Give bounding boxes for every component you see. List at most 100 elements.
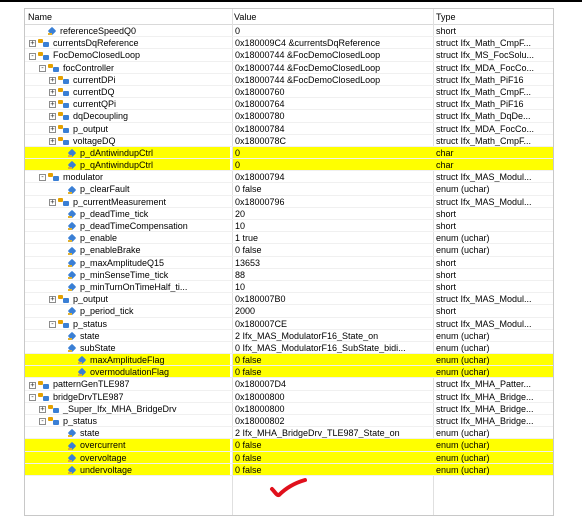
column-header-value[interactable]: Value <box>234 11 256 23</box>
tree-row[interactable]: referenceSpeedQ0 0 short <box>25 25 553 38</box>
tree-row[interactable]: p_maxAmplitudeQ15 13653 short <box>25 257 553 269</box>
variable-icon <box>68 260 77 267</box>
variable-icon <box>68 430 77 438</box>
expand-toggle-icon[interactable]: + <box>49 125 56 133</box>
tree-row[interactable]: - p_status 0x180007CE struct Ifx_MAS_Modul.… <box>25 318 553 330</box>
tree-row[interactable]: overcurrent 0 false enum (uchar) <box>25 439 553 452</box>
tree-row[interactable]: overmodulationFlag 0 false enum (uchar) <box>25 366 553 379</box>
tree-row[interactable]: - modulator 0x18000794 struct Ifx_MAS_Modul… <box>25 171 553 184</box>
column-header-type[interactable]: Type <box>436 11 456 23</box>
struct-icon <box>58 124 70 134</box>
variable-name: dqDecoupling <box>73 111 129 122</box>
variable-name: patternGenTLE987 <box>53 379 130 390</box>
collapse-toggle-icon[interactable]: - <box>29 393 36 401</box>
tree-row[interactable]: subState 0 Ifx_MAS_ModulatorF16_SubState_… <box>25 342 553 355</box>
collapse-toggle-icon[interactable]: - <box>39 174 46 182</box>
variable-name: FocDemoClosedLoop <box>53 50 141 61</box>
collapse-toggle-icon[interactable]: - <box>39 64 46 72</box>
expand-toggle-icon[interactable]: + <box>49 296 56 304</box>
variable-name: voltageDQ <box>73 135 116 146</box>
variable-name: p_deadTime_tick <box>80 208 149 219</box>
tree-row[interactable]: p_clearFault 0 false enum (uchar) <box>25 183 553 196</box>
variable-name: currentQPi <box>73 99 117 110</box>
variable-name: undervoltage <box>80 464 133 475</box>
tree-row[interactable]: + p_output 0x18000784 struct Ifx_MDA_FocCo.… <box>25 123 553 135</box>
variable-name: p_output <box>73 294 109 305</box>
struct-icon <box>58 136 70 146</box>
variable-icon <box>68 455 77 462</box>
tree-row[interactable]: + _Super_Ifx_MHA_BridgeDrv 0x18000800 struc… <box>25 403 553 415</box>
expand-toggle-icon[interactable]: + <box>39 405 46 413</box>
tree-row[interactable]: + currentDQ 0x18000760 struct Ifx_Math_CmpF… <box>25 86 553 99</box>
struct-icon <box>58 197 70 207</box>
expand-toggle-icon[interactable]: + <box>49 198 56 206</box>
tree-row[interactable]: p_dAntiwindupCtrl 0 char <box>25 146 553 160</box>
expand-toggle-icon[interactable]: + <box>49 89 56 97</box>
variable-icon <box>68 443 77 450</box>
struct-icon <box>48 417 60 426</box>
tree-row[interactable]: + p_output 0x180007B0 struct Ifx_MAS_Modul.… <box>25 293 553 306</box>
variable-icon <box>68 162 77 170</box>
column-header-name[interactable]: Name <box>28 11 52 23</box>
tree-row[interactable]: + p_currentMeasurement 0x18000796 struct If… <box>25 196 553 208</box>
tree-row[interactable]: p_period_tick 2000 short <box>25 305 553 318</box>
tree-row[interactable]: + voltageDQ 0x1800078C struct Ifx_Math_CmpF… <box>25 135 553 147</box>
collapse-toggle-icon[interactable]: - <box>29 52 36 60</box>
variable-name: p_status <box>73 318 108 329</box>
tree-row[interactable]: p_enable 1 true enum (uchar) <box>25 232 553 245</box>
tree-row[interactable]: p_enableBrake 0 false enum (uchar) <box>25 244 553 257</box>
tree-row[interactable]: + patternGenTLE987 0x180007D4 struct Ifx_MH… <box>25 378 553 391</box>
struct-icon <box>38 392 50 402</box>
tree-row[interactable]: p_minTurnOnTimeHalf_ti... 10 short <box>25 281 553 294</box>
variable-icon <box>68 284 77 292</box>
tree-row[interactable]: - p_status 0x18000802 struct Ifx_MHA_Bridge… <box>25 415 553 428</box>
expand-toggle-icon[interactable]: + <box>29 40 36 48</box>
collapse-toggle-icon[interactable]: - <box>49 320 56 328</box>
tree-row[interactable]: + currentsDqReference 0x180009C4 &currents… <box>25 37 553 50</box>
variable-name: p_qAntiwindupCtrl <box>80 160 154 171</box>
variable-name: bridgeDrvTLE987 <box>53 391 124 402</box>
variable-name: p_maxAmplitudeQ15 <box>80 257 165 268</box>
variable-name: p_clearFault <box>80 184 130 195</box>
tree-row[interactable]: + currentDPi 0x18000744 &FocDemoClosedLoop… <box>25 74 553 86</box>
tree-row[interactable]: undervoltage 0 false enum (uchar) <box>25 463 553 476</box>
variable-name: p_deadTimeCompensation <box>80 221 188 231</box>
variable-icon <box>68 248 77 255</box>
struct-icon <box>48 173 60 182</box>
expand-toggle-icon[interactable]: + <box>29 381 36 389</box>
variable-icon <box>68 223 77 231</box>
collapse-toggle-icon[interactable]: - <box>39 418 46 426</box>
variable-tree: referenceSpeedQ0 0 short + currentsDqReferen… <box>25 25 553 476</box>
expand-toggle-icon[interactable]: + <box>49 76 56 84</box>
variable-name: p_minSenseTime_tick <box>80 269 169 280</box>
tree-row[interactable]: p_qAntiwindupCtrl 0 char <box>25 159 553 172</box>
screenshot-frame: Name Value Type referenceSpeedQ0 0 short + c… <box>0 0 582 517</box>
tree-row[interactable]: overvoltage 0 false enum (uchar) <box>25 451 553 464</box>
tree-row[interactable]: + currentQPi 0x18000764 struct Ifx_Math_PiF… <box>25 98 553 111</box>
watch-window: Name Value Type referenceSpeedQ0 0 short + c… <box>24 8 554 516</box>
expand-toggle-icon[interactable]: + <box>49 137 56 145</box>
variable-name: p_output <box>73 123 109 134</box>
struct-icon <box>38 39 50 48</box>
variable-icon <box>68 308 77 316</box>
tree-row[interactable]: p_minSenseTime_tick 88 short <box>25 269 553 281</box>
tree-row[interactable]: + dqDecoupling 0x18000780 struct Ifx_Math_D… <box>25 110 553 123</box>
tree-row[interactable]: p_deadTime_tick 20 short <box>25 208 553 220</box>
variable-icon <box>48 28 57 36</box>
tree-row[interactable]: - bridgeDrvTLE987 0x18000800 struct Ifx_MHA… <box>25 391 553 403</box>
expand-toggle-icon[interactable]: + <box>49 113 56 121</box>
tree-row[interactable]: maxAmplitudeFlag 0 false enum (uchar) <box>25 354 553 367</box>
struct-icon <box>58 295 70 304</box>
variable-icon <box>68 187 77 194</box>
tree-row[interactable]: p_deadTimeCompensation 10 short <box>25 220 553 233</box>
variable-name: overvoltage <box>80 452 127 463</box>
variable-name: p_status <box>63 416 98 426</box>
variable-name: currentDPi <box>73 74 116 85</box>
expand-toggle-icon[interactable]: + <box>49 101 56 109</box>
tree-row[interactable]: - FocDemoClosedLoop 0x18000744 &FocDemoClo… <box>25 49 553 62</box>
tree-row[interactable]: state 2 Ifx_MAS_ModulatorF16_State_on enum… <box>25 330 553 342</box>
variable-name: focController <box>63 62 115 73</box>
tree-row[interactable]: - focController 0x18000744 &FocDemoClosedL… <box>25 62 553 74</box>
tree-row[interactable]: state 2 Ifx_MHA_BridgeDrv_TLE987_State_on… <box>25 427 553 440</box>
variable-icon <box>68 150 77 157</box>
